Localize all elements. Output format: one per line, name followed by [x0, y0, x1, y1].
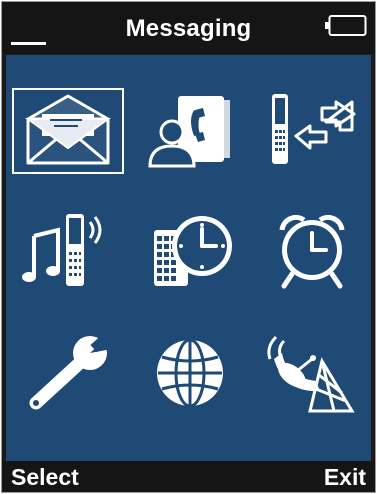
phone-screen: Messaging Select Exit [1, 1, 376, 493]
menu-grid [6, 55, 371, 461]
exit-softkey[interactable]: Exit [324, 464, 366, 491]
page-title: Messaging [125, 15, 252, 42]
softkey-bar: Select Exit [2, 461, 375, 492]
satellite-dish-icon [267, 335, 355, 413]
menu-item-transfer[interactable] [256, 88, 368, 174]
select-softkey[interactable]: Select [11, 464, 79, 491]
status-bar: Messaging [2, 2, 375, 54]
battery-icon [325, 15, 367, 36]
menu-item-organiser[interactable] [134, 208, 246, 294]
menu-item-settings[interactable] [12, 331, 124, 417]
music-phone-icon [22, 214, 102, 286]
alarm-clock-icon [279, 214, 345, 289]
globe-icon [157, 338, 223, 408]
menu-item-web[interactable] [134, 331, 246, 417]
menu-item-messaging[interactable] [12, 88, 124, 174]
menu-item-sounds[interactable] [12, 208, 124, 294]
menu-item-contacts[interactable] [134, 88, 246, 174]
phone-transfer-icon [272, 94, 356, 164]
calendar-clock-icon [154, 216, 232, 286]
envelope-icon [24, 94, 112, 165]
menu-item-alarm[interactable] [256, 208, 368, 294]
wrench-icon [29, 333, 112, 410]
menu-item-network[interactable] [256, 331, 368, 417]
contacts-phonebook-icon [148, 96, 230, 168]
